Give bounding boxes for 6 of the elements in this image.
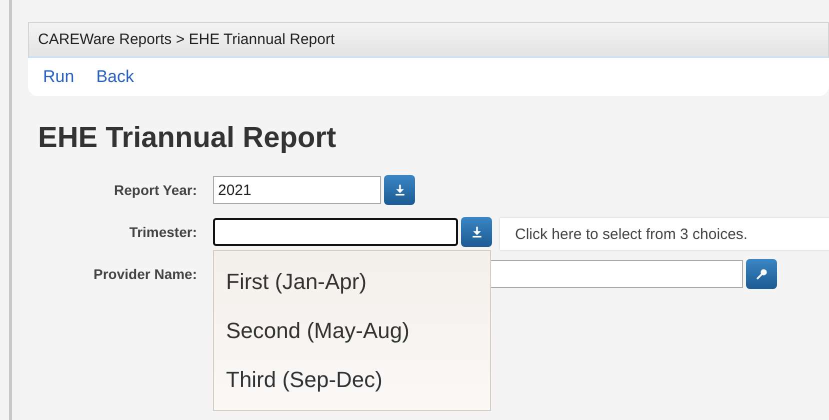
field-label: Report Year:	[113, 182, 198, 198]
breadcrumb-bar: CAREWare Reports > EHE Triannual Report	[28, 22, 829, 58]
field-label: Provider Name:	[92, 266, 198, 282]
tooltip: Click here to select from 3 choices.	[500, 218, 829, 250]
field-label: Trimester:	[128, 224, 198, 240]
page-title: EHE Triannual Report	[38, 122, 338, 155]
